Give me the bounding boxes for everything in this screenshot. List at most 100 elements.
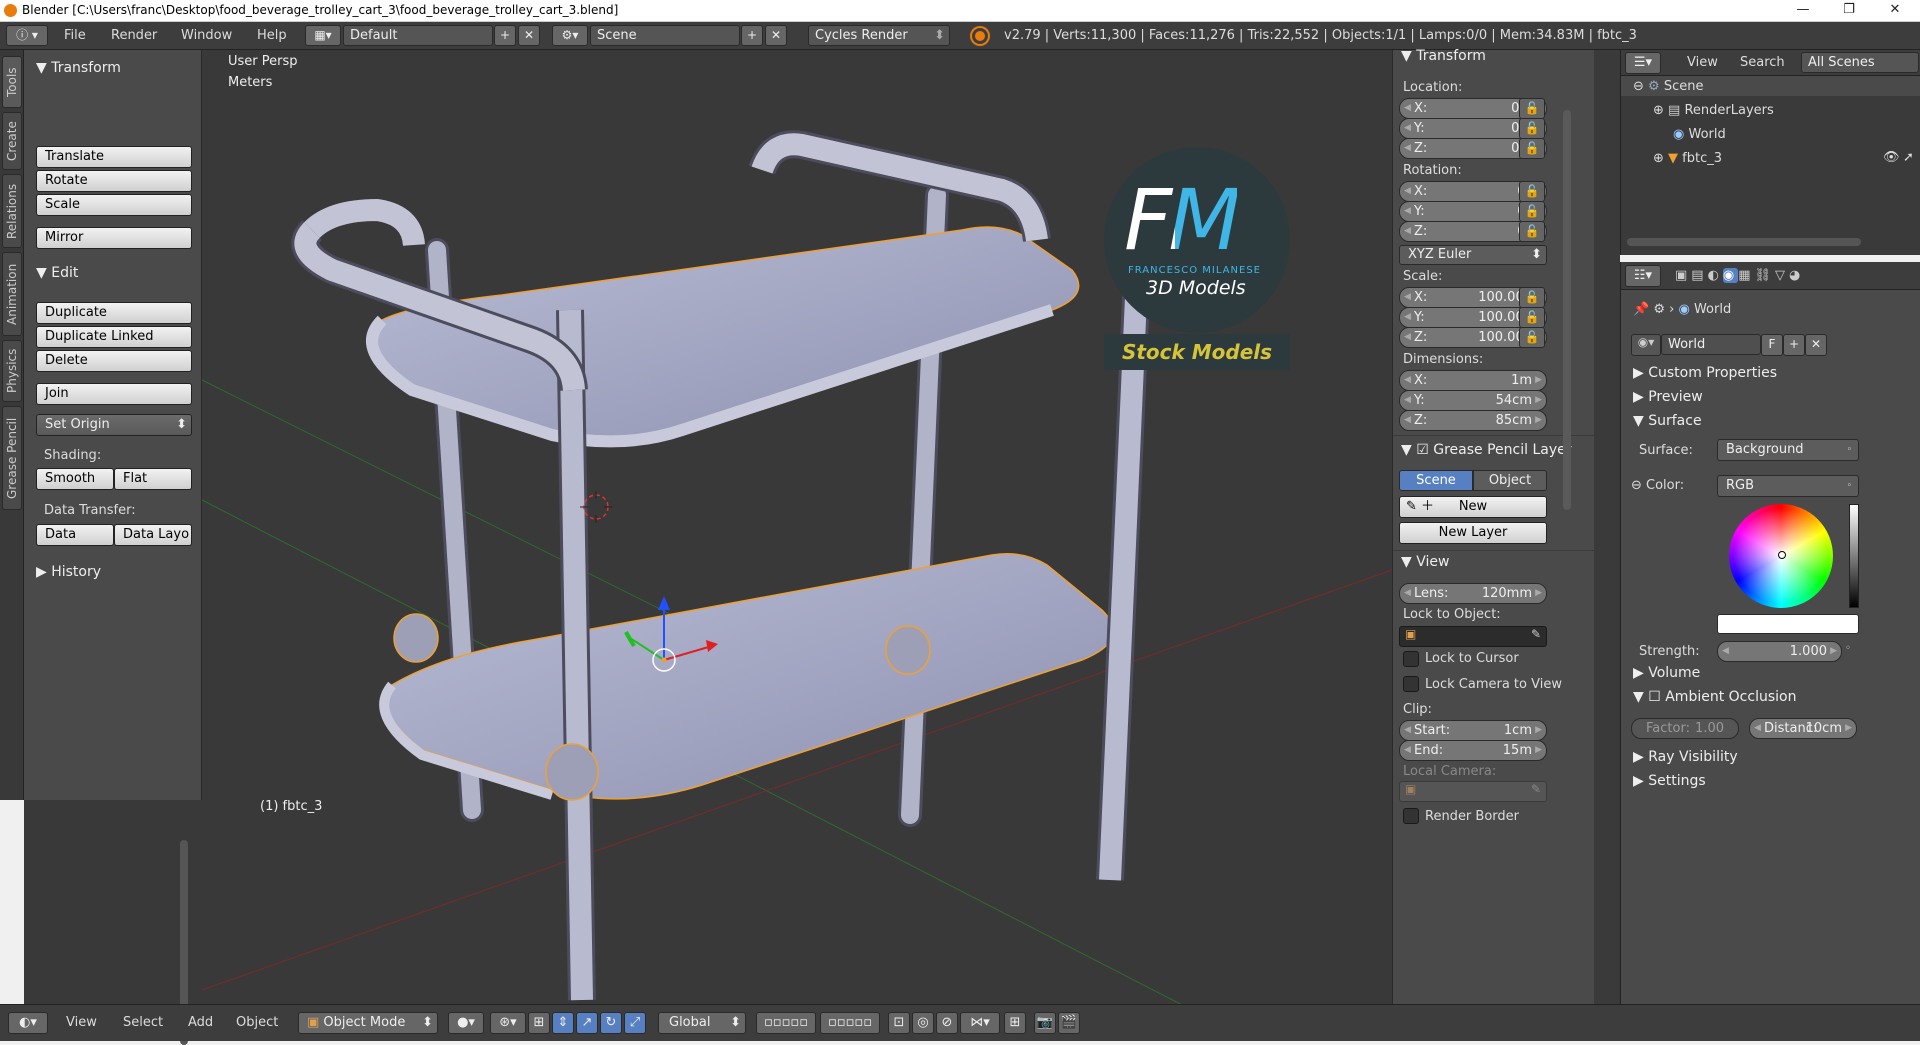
surface-shader-select[interactable]: Background ◦ — [1717, 439, 1859, 461]
outliner-editor-icon[interactable]: ☰▾ — [1625, 52, 1661, 74]
menu-select[interactable]: Select — [123, 1015, 163, 1030]
transform-panel-header[interactable]: ▼ Transform — [36, 56, 121, 80]
settings-header[interactable]: ▶ Settings — [1633, 769, 1706, 793]
gp-scene-tab[interactable]: Scene — [1399, 470, 1473, 491]
menu-file[interactable]: File — [64, 28, 86, 43]
layers-grid-b[interactable]: ▫▫▫▫▫ — [820, 1012, 880, 1034]
ambient-occlusion-header[interactable]: ▼ ☐ Ambient Occlusion — [1633, 685, 1796, 709]
collapse-icon[interactable]: ⊖ — [1633, 79, 1648, 94]
3d-viewport[interactable]: User Persp Meters (1) fbtc_3 FM FRANCESC… — [202, 50, 1392, 1004]
dimension-y-field[interactable]: ◀ Y: 54cm ▶ — [1399, 390, 1547, 411]
remove-scene-icon[interactable]: ✕ — [765, 25, 787, 46]
fake-user-button[interactable]: F — [1761, 334, 1783, 356]
lock-icon[interactable]: 🔓 — [1519, 287, 1545, 308]
world-browse-icon[interactable]: ◉▾ — [1631, 334, 1661, 356]
lock-camera-checkbox[interactable] — [1403, 676, 1419, 692]
eyedropper-icon[interactable]: ✎ — [1531, 782, 1541, 796]
lock-to-cursor-checkbox[interactable] — [1403, 651, 1419, 667]
lock-icon[interactable]: 🔓 — [1519, 307, 1545, 328]
gp-object-tab[interactable]: Object — [1473, 470, 1547, 491]
lock-object-field[interactable]: ▣ ✎ — [1399, 626, 1547, 647]
pivot-point-select[interactable]: ⊛▾ — [490, 1012, 526, 1034]
screen-layout-field[interactable]: Default — [343, 25, 493, 46]
snap-element-select[interactable]: ⋈▾ — [960, 1012, 1000, 1034]
mode-select[interactable]: ▣ Object Mode ⬍ — [298, 1012, 438, 1034]
socket-icon[interactable]: ◦ — [1845, 643, 1851, 654]
outliner-scrollbar[interactable] — [1627, 238, 1861, 246]
lock-icon[interactable]: 🔓 — [1519, 181, 1545, 202]
unlink-world-icon[interactable]: ✕ — [1805, 334, 1827, 356]
link-socket-icon[interactable]: ⊖ — [1631, 478, 1646, 493]
outliner-scene-item[interactable]: ⊖ ⚙ Scene — [1633, 79, 1703, 94]
translate-manipulator-icon[interactable]: ⇕ — [552, 1012, 574, 1034]
edit-panel-header[interactable]: ▼ Edit — [36, 261, 78, 285]
trolley-model[interactable] — [291, 130, 1151, 1001]
view-panel-header[interactable]: ▼ View — [1401, 550, 1449, 574]
duplicate-linked-button[interactable]: Duplicate Linked — [36, 326, 192, 348]
menu-object[interactable]: Object — [236, 1015, 278, 1030]
minimize-button[interactable]: — — [1780, 0, 1826, 22]
outliner-filter-select[interactable]: All Scenes — [1801, 52, 1919, 73]
maximize-button[interactable]: ❐ — [1826, 0, 1872, 22]
manipulator-toggle[interactable]: ⊞ — [528, 1012, 550, 1034]
lock-icon[interactable]: 🔓 — [1519, 221, 1545, 242]
lens-field[interactable]: ◀ Lens: 120mm ▶ — [1399, 583, 1547, 604]
menu-view[interactable]: View — [66, 1015, 97, 1030]
render-animation-icon[interactable]: 🎬 — [1058, 1012, 1080, 1034]
tab-tools[interactable]: Tools — [2, 56, 22, 108]
color-swatch[interactable] — [1717, 614, 1859, 634]
gp-new-layer-button[interactable]: New Layer — [1399, 522, 1547, 544]
visibility-eye-icon[interactable]: 👁 — [1883, 150, 1900, 165]
npanel-scrollbar[interactable] — [1563, 110, 1571, 510]
clip-end-field[interactable]: ◀ End: 15m ▶ — [1399, 740, 1547, 761]
expand-icon[interactable]: ⊕ — [1653, 151, 1668, 166]
ao-distance-field[interactable]: ◀ Distanc: 10cm ▶ — [1749, 718, 1857, 739]
lock-icon[interactable]: 🔓 — [1519, 201, 1545, 222]
properties-editor-icon[interactable]: ☷▾ — [1625, 265, 1661, 287]
color-mode-select[interactable]: RGB ◦ — [1717, 475, 1859, 497]
outliner-object-item[interactable]: ⊕ ▼ fbtc_3 — [1653, 151, 1722, 166]
layers-grid-a[interactable]: ▫▫▫▫▫ — [756, 1012, 816, 1034]
menu-help[interactable]: Help — [257, 28, 287, 43]
lock-layers-icon[interactable]: ⊡ — [888, 1012, 910, 1034]
viewport-shading-select[interactable]: ●▾ — [448, 1012, 484, 1034]
snap-target-icon[interactable]: ⊞ — [1004, 1012, 1026, 1034]
remove-screen-icon[interactable]: ✕ — [518, 25, 540, 46]
transform-orientation-select[interactable]: Global ⬍ — [658, 1012, 746, 1034]
editor-type-button[interactable]: ⓘ ▾ — [6, 25, 48, 46]
render-opengl-icon[interactable]: 📷 — [1034, 1012, 1056, 1034]
checkbox-icon[interactable]: ☑ — [1416, 442, 1433, 458]
delete-button[interactable]: Delete — [36, 350, 192, 372]
render-border-checkbox[interactable] — [1403, 808, 1419, 824]
context-tab-icons[interactable]: ▣▤◐◉▦⛓▽◕ — [1675, 268, 1804, 283]
local-camera-field[interactable]: ▣ ✎ — [1399, 781, 1547, 802]
tab-animation[interactable]: Animation — [2, 252, 22, 336]
expand-icon[interactable]: ⊕ — [1653, 103, 1668, 118]
checkbox-icon[interactable]: ☐ — [1648, 689, 1665, 705]
world-name-field[interactable]: World — [1661, 334, 1761, 355]
tab-physics[interactable]: Physics — [2, 340, 22, 402]
snap-toggle-icon[interactable]: ⊘ — [936, 1012, 958, 1034]
shade-smooth-button[interactable]: Smooth — [36, 468, 114, 490]
preview-header[interactable]: ▶ Preview — [1633, 385, 1703, 409]
screen-layout-icon[interactable]: ▦▾ — [305, 25, 341, 46]
scene-field[interactable]: Scene — [590, 25, 740, 46]
tab-grease-pencil[interactable]: Grease Pencil — [2, 406, 22, 510]
outliner-renderlayers-item[interactable]: ⊕ ▤ RenderLayers — [1653, 103, 1774, 118]
scale-manipulator-icon[interactable]: ⤢ — [624, 1012, 646, 1034]
outliner-world-item[interactable]: ◉ World — [1673, 127, 1726, 142]
ao-factor-field[interactable]: Factor: 1.00 — [1631, 718, 1739, 739]
render-engine-select[interactable]: Cycles Render ⬍ — [808, 25, 950, 46]
menu-render[interactable]: Render — [111, 28, 157, 43]
lock-icon[interactable]: 🔓 — [1519, 327, 1545, 348]
join-button[interactable]: Join — [36, 383, 192, 405]
selectable-cursor-icon[interactable]: ➚ — [1903, 150, 1914, 165]
add-screen-icon[interactable]: + — [494, 25, 516, 46]
ray-visibility-header[interactable]: ▶ Ray Visibility — [1633, 745, 1738, 769]
add-scene-icon[interactable]: + — [741, 25, 763, 46]
set-origin-select[interactable]: Set Origin ⬍ — [36, 414, 192, 436]
clip-start-field[interactable]: ◀ Start: 1cm ▶ — [1399, 720, 1547, 741]
outliner-view-menu[interactable]: View — [1687, 55, 1718, 70]
lock-icon[interactable]: 🔓 — [1519, 138, 1545, 159]
dimension-z-field[interactable]: ◀ Z: 85cm ▶ — [1399, 410, 1547, 431]
